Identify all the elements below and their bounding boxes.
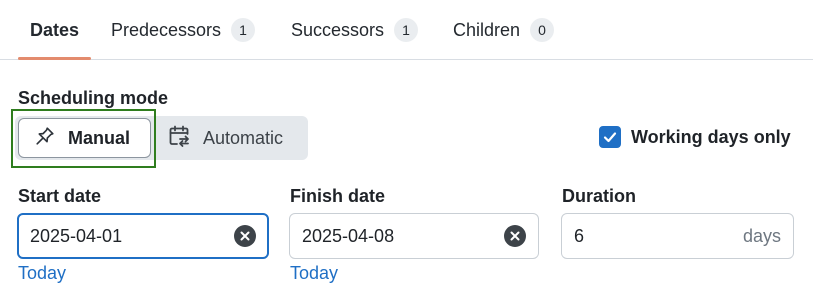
tab-children[interactable]: Children 0 (453, 0, 555, 60)
counter-badge: 0 (530, 18, 555, 42)
start-date-label: Start date (18, 186, 102, 206)
checkmark-icon (603, 132, 617, 143)
start-date-value: 2025-04-01 (30, 225, 123, 246)
duration-input[interactable]: 6 days (561, 213, 794, 259)
duration-unit: days (742, 225, 781, 246)
counter-badge: 1 (231, 18, 256, 42)
tab-successors[interactable]: Successors 1 (291, 0, 419, 60)
clear-start-date-button[interactable] (234, 225, 256, 247)
tab-label: Dates (30, 19, 80, 40)
finish-date-input[interactable]: 2025-04-08 (289, 213, 539, 259)
working-days-checkbox[interactable]: Working days only (599, 126, 791, 148)
manual-mode-button[interactable]: Manual (18, 118, 151, 158)
duration-label: Duration (562, 186, 636, 206)
start-date-today-link[interactable]: Today (18, 263, 66, 284)
finish-date-label: Finish date (290, 186, 386, 206)
active-tab-indicator (18, 57, 91, 60)
clear-finish-date-button[interactable] (504, 225, 526, 247)
checkbox-checked[interactable] (599, 126, 621, 148)
tab-label: Successors (291, 19, 385, 40)
tab-label: Children (453, 19, 521, 40)
counter-badge: 1 (394, 18, 419, 42)
working-days-label: Working days only (631, 126, 791, 147)
finish-date-today-link[interactable]: Today (290, 263, 338, 284)
pin-icon (34, 125, 56, 152)
tab-bar: Dates Predecessors 1 Successors 1 Childr… (0, 0, 813, 60)
start-date-input[interactable]: 2025-04-01 (17, 213, 269, 259)
calendar-sync-icon (167, 124, 191, 153)
manual-mode-label: Manual (68, 127, 131, 148)
scheduling-mode-label: Scheduling mode (18, 88, 169, 108)
tab-label: Predecessors (111, 19, 222, 40)
close-icon (510, 231, 520, 241)
duration-value: 6 (574, 225, 585, 246)
tab-predecessors[interactable]: Predecessors 1 (111, 0, 256, 60)
close-icon (240, 231, 250, 241)
automatic-mode-button[interactable]: Automatic (165, 116, 308, 160)
tab-dates[interactable]: Dates (30, 0, 79, 60)
finish-date-value: 2025-04-08 (302, 225, 395, 246)
automatic-mode-label: Automatic (203, 127, 284, 148)
scheduling-mode-toggle: Manual Automatic (15, 116, 308, 160)
